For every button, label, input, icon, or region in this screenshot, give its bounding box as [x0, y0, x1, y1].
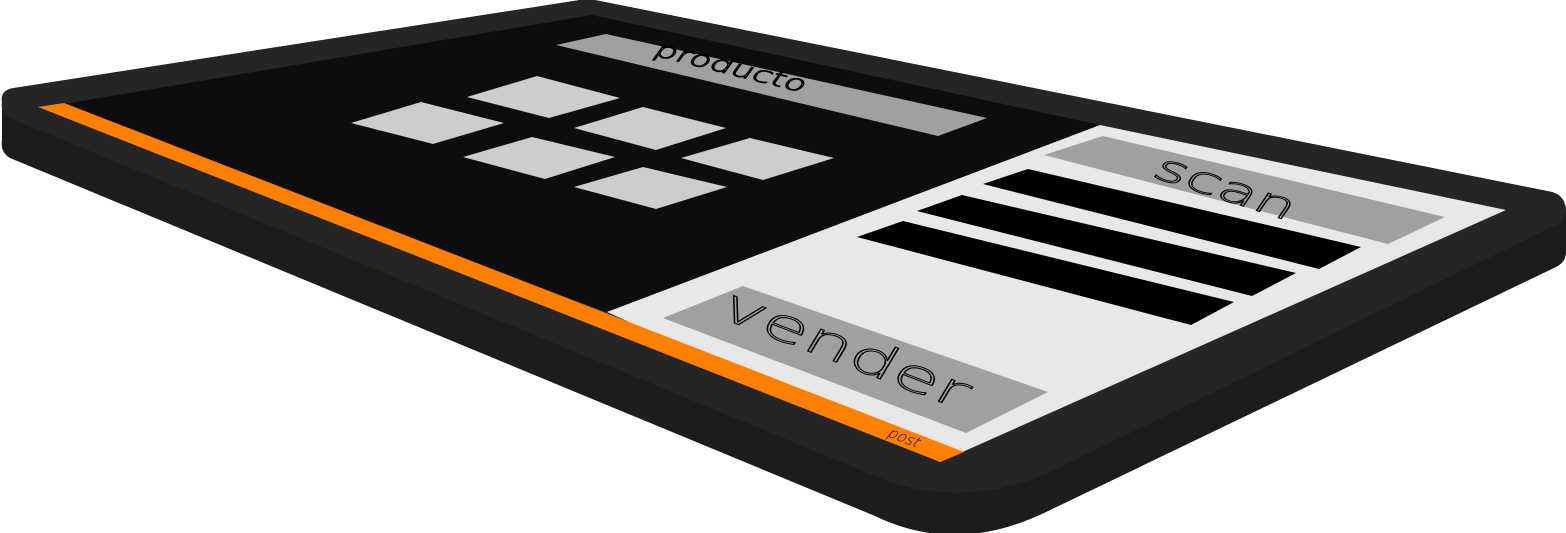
pos-device-illustration: producto scan vender post: [1, 0, 1566, 533]
